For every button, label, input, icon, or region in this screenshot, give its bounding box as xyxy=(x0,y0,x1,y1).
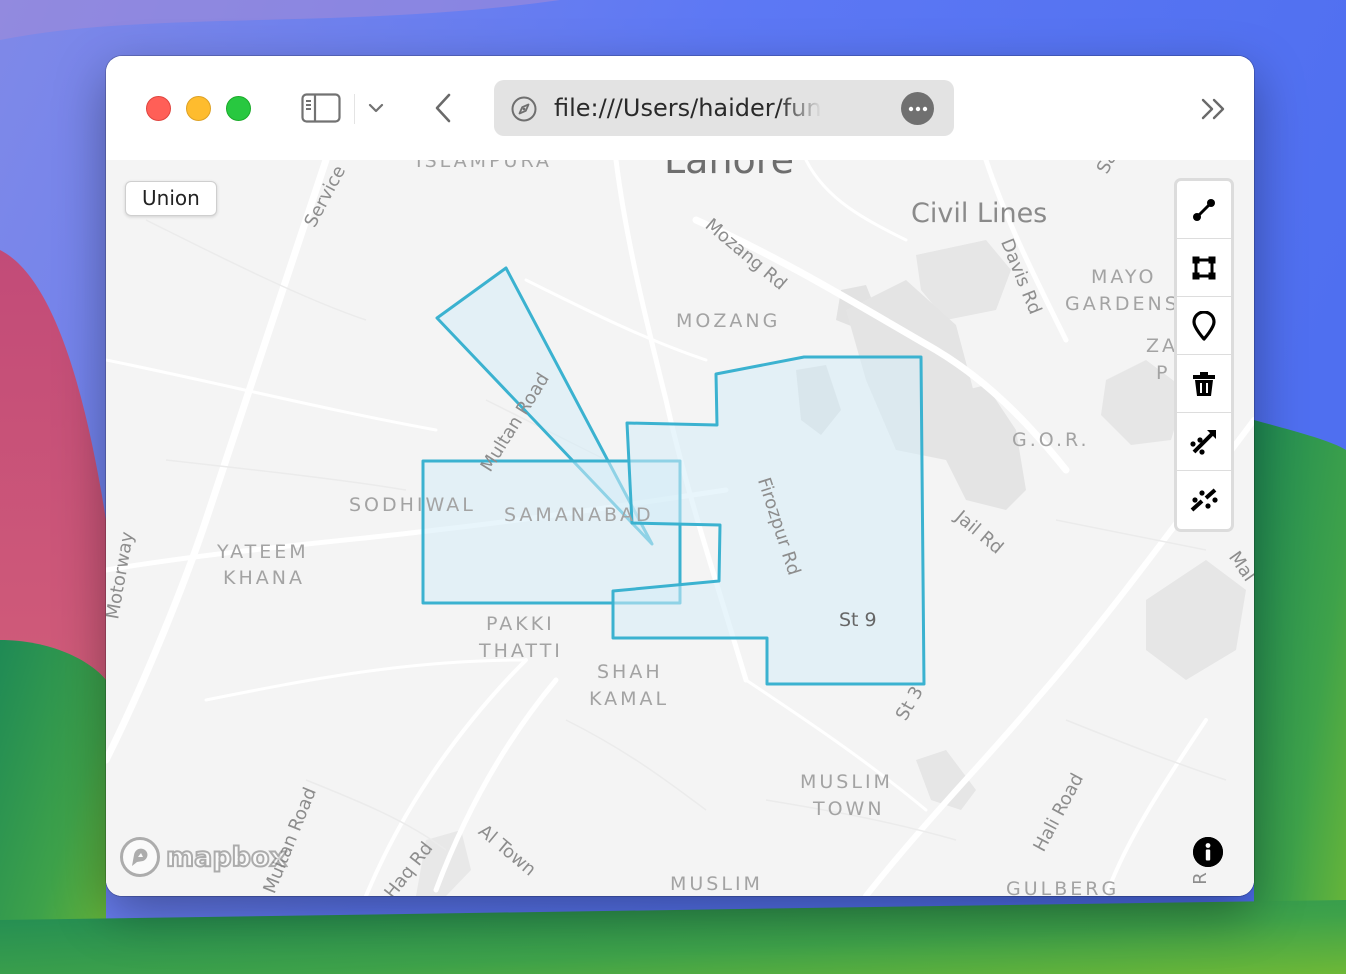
browser-toolbar: file:///Users/haider/fun/map xyxy=(106,56,1254,160)
address-bar[interactable]: file:///Users/haider/fun/map xyxy=(494,80,954,136)
point-tool-icon xyxy=(1192,310,1216,341)
toolbar-divider xyxy=(354,94,355,124)
draw-point-button[interactable] xyxy=(1177,297,1231,355)
uncombine-icon xyxy=(1190,488,1218,512)
label-mayo-gardens-1: MAYO xyxy=(1091,266,1157,288)
label-gor: G.O.R. xyxy=(1012,429,1090,451)
minimize-window-button[interactable] xyxy=(186,96,211,121)
label-sodhiwal: SODHIWAL xyxy=(349,494,476,516)
label-pakki-thatti-2: THATTI xyxy=(479,640,563,662)
label-r-edge: R xyxy=(1189,872,1211,885)
label-yateem-khana-2: KHANA xyxy=(223,567,305,589)
combine-button[interactable] xyxy=(1177,413,1231,471)
union-button[interactable]: Union xyxy=(125,181,217,216)
label-shah-kamal-2: KAMAL xyxy=(589,688,670,710)
label-civil-lines: Civil Lines xyxy=(911,198,1048,229)
ellipsis-icon xyxy=(908,106,927,111)
info-icon xyxy=(1193,837,1223,867)
attribution-info-button[interactable] xyxy=(1193,837,1223,867)
chevron-left-icon xyxy=(435,93,451,123)
sidebar-icon xyxy=(301,93,341,123)
compass-icon xyxy=(510,95,538,127)
mapbox-icon xyxy=(120,837,160,877)
label-pakki-thatti-1: PAKKI xyxy=(486,613,555,635)
chevron-down-icon xyxy=(368,103,384,113)
label-mozang: MOZANG xyxy=(676,310,781,332)
label-st-9: St 9 xyxy=(839,609,877,631)
label-mayo-gardens-2: GARDENS xyxy=(1065,293,1180,315)
draw-controls xyxy=(1174,178,1234,532)
browser-window: file:///Users/haider/fun/map xyxy=(106,56,1254,896)
sidebar-menu-button[interactable] xyxy=(364,96,388,120)
close-window-button[interactable] xyxy=(146,96,171,121)
draw-line-button[interactable] xyxy=(1177,181,1231,239)
label-yateem-khana-1: YATEEM xyxy=(217,541,309,563)
back-button[interactable] xyxy=(428,90,458,126)
sidebar-toggle-button[interactable] xyxy=(298,90,344,126)
page-menu-button[interactable] xyxy=(901,92,934,125)
uncombine-button[interactable] xyxy=(1177,471,1231,529)
line-tool-icon xyxy=(1193,198,1215,221)
label-muslim-town-2: TOWN xyxy=(813,798,885,820)
label-shah-kamal-1: SHAH xyxy=(597,661,663,683)
label-samanabad: SAMANABAD xyxy=(504,504,654,526)
double-chevron-right-icon xyxy=(1201,98,1225,120)
label-muslim-town-1: MUSLIM xyxy=(800,771,893,793)
map-canvas[interactable]: Lahore ISLAMPURA Civil Lines MOZANG MAYO… xyxy=(106,160,1254,896)
label-za-2: P xyxy=(1156,362,1171,384)
label-islampura: ISLAMPURA xyxy=(416,160,552,172)
mapbox-logo[interactable]: mapbox xyxy=(119,836,288,878)
draw-polygon-button[interactable] xyxy=(1177,239,1231,297)
label-gulberg: GULBERG xyxy=(1006,878,1120,896)
address-url: file:///Users/haider/fun/map xyxy=(554,94,822,122)
combine-icon xyxy=(1190,429,1216,455)
label-lahore: Lahore xyxy=(664,160,794,182)
toolbar-overflow-button[interactable] xyxy=(1198,94,1230,124)
mapbox-wordmark: mapbox xyxy=(165,841,288,874)
polygon-tool-icon xyxy=(1192,256,1216,279)
zoom-window-button[interactable] xyxy=(226,96,251,121)
trash-button[interactable] xyxy=(1177,355,1231,413)
trash-icon xyxy=(1193,371,1215,396)
label-muslim-bottom: MUSLIM xyxy=(670,873,763,895)
